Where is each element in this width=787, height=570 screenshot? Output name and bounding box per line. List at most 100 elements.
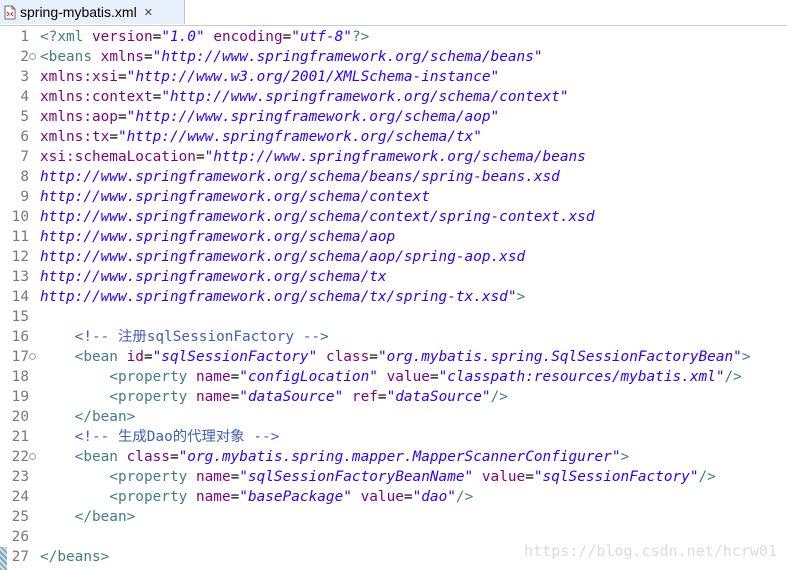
code-token: http://www.springframework.org/schema/be…: [40, 169, 560, 185]
code-line[interactable]: 4 xmlns:context="http://www.springframewo…: [0, 87, 787, 107]
code-line[interactable]: 2 <beans xmlns="http://www.springframewor…: [0, 47, 787, 67]
code-line[interactable]: 14 http://www.springframework.org/schema/…: [0, 287, 787, 307]
code-token: =: [369, 349, 378, 365]
code-token: >: [741, 349, 751, 365]
code-text: http://www.springframework.org/schema/co…: [40, 207, 595, 227]
fold-toggle-icon[interactable]: [29, 53, 36, 60]
code-token: xmlns:tx: [40, 129, 110, 145]
fold-toggle-icon[interactable]: [29, 353, 36, 360]
code-token: =: [429, 369, 439, 385]
close-icon[interactable]: ✕: [144, 6, 153, 19]
code-token: xmlns:aop: [40, 109, 118, 125]
code-text: xmlns:context="http://www.springframewor…: [40, 87, 569, 107]
code-token: "basePackage": [239, 489, 352, 505]
code-token: =: [230, 369, 240, 385]
code-line[interactable]: 17 <bean id="sqlSessionFactory" class="o…: [0, 347, 787, 367]
line-number: 13: [11, 269, 29, 285]
code-line[interactable]: 13 http://www.springframework.org/schema/…: [0, 267, 787, 287]
line-number: 4: [20, 89, 29, 105]
line-number: 16: [11, 329, 29, 345]
line-number: 17: [11, 349, 29, 365]
code-token: =: [109, 129, 118, 145]
code-token: "org.mybatis.spring.mapper.MapperScanner…: [178, 449, 621, 465]
code-line[interactable]: 21 <!-- 生成Dao的代理对象 -->: [0, 427, 787, 447]
code-token: id: [126, 349, 144, 365]
code-line[interactable]: 20 </bean>: [0, 407, 787, 427]
code-line[interactable]: 1 <?xml version="1.0" encoding="utf-8"?>: [0, 27, 787, 47]
code-token: =: [230, 489, 240, 505]
code-editor[interactable]: 1 <?xml version="1.0" encoding="utf-8"?> 2…: [0, 26, 787, 570]
code-text: <!-- 注册sqlSessionFactory -->: [40, 327, 329, 347]
code-line[interactable]: 16 <!-- 注册sqlSessionFactory -->: [0, 327, 787, 347]
code-line[interactable]: 3 xmlns:xsi="http://www.w3.org/2001/XMLSc…: [0, 67, 787, 87]
code-token: "1.0": [161, 29, 205, 45]
code-line[interactable]: 15: [0, 307, 787, 327]
code-token: </beans>: [40, 549, 110, 565]
code-token: =: [195, 149, 205, 165]
code-text: </beans>: [40, 547, 109, 567]
code-token: >: [620, 449, 630, 465]
code-token: "http://www.springframework.org/schema/t…: [117, 129, 482, 145]
line-number: 7: [20, 149, 29, 165]
code-line[interactable]: 25 </bean>: [0, 507, 787, 527]
code-text: <property name="basePackage" value="dao"…: [40, 487, 473, 507]
code-text: http://www.springframework.org/schema/tx…: [40, 287, 525, 307]
code-token: "dao": [412, 489, 456, 505]
code-line[interactable]: 24 <property name="basePackage" value="d…: [0, 487, 787, 507]
code-line[interactable]: 19 <property name="dataSource" ref="data…: [0, 387, 787, 407]
line-number: 25: [11, 509, 29, 525]
code-token: =: [117, 109, 127, 125]
fold-toggle-icon[interactable]: [29, 453, 36, 460]
code-text: <!-- 生成Dao的代理对象 -->: [40, 427, 280, 447]
code-token: "dataSource": [386, 389, 491, 405]
code-line[interactable]: 22 <bean class="org.mybatis.spring.mappe…: [0, 447, 787, 467]
code-line[interactable]: 5 xmlns:aop="http://www.springframework.o…: [0, 107, 787, 127]
line-number: 6: [20, 129, 29, 145]
line-number: 22: [11, 449, 29, 465]
line-number: 14: [11, 289, 29, 305]
code-line[interactable]: 8 http://www.springframework.org/schema/b…: [0, 167, 787, 187]
xml-file-icon: [3, 4, 17, 20]
code-token: "http://www.springframework.org/schema/b…: [204, 149, 586, 165]
code-line[interactable]: 18 <property name="configLocation" value…: [0, 367, 787, 387]
line-number: 3: [20, 69, 29, 85]
code-token: <property: [109, 369, 196, 385]
code-line[interactable]: 7 xsi:schemaLocation="http://www.springfr…: [0, 147, 787, 167]
code-text: </bean>: [40, 407, 136, 427]
code-text: xmlns:aop="http://www.springframework.or…: [40, 107, 499, 127]
code-line[interactable]: 10 http://www.springframework.org/schema/…: [0, 207, 787, 227]
code-text: xsi:schemaLocation="http://www.springfra…: [40, 147, 586, 167]
code-token: =: [377, 389, 387, 405]
code-line[interactable]: 6 xmlns:tx="http://www.springframework.or…: [0, 127, 787, 147]
line-number: 1: [20, 29, 29, 45]
code-token: "sqlSessionFactory": [533, 469, 699, 485]
code-token: "http://www.springframework.org/schema/a…: [126, 109, 500, 125]
editor-tab-bar: spring-mybatis.xml ✕: [0, 0, 787, 26]
code-token: =: [230, 469, 240, 485]
code-token: />: [455, 489, 474, 505]
code-token: version: [91, 29, 153, 45]
code-token: <?xml: [40, 29, 92, 45]
code-line[interactable]: 11 http://www.springframework.org/schema/…: [0, 227, 787, 247]
code-token: value: [386, 369, 430, 385]
code-token: http://www.springframework.org/schema/co…: [40, 189, 430, 205]
code-token: "org.mybatis.spring.SqlSessionFactoryBea…: [377, 349, 742, 365]
code-token: http://www.springframework.org/schema/co…: [40, 209, 595, 225]
code-text: <property name="sqlSessionFactoryBeanNam…: [40, 467, 716, 487]
code-line[interactable]: 12 http://www.springframework.org/schema/…: [0, 247, 787, 267]
code-token: class: [325, 349, 370, 365]
code-token: </bean>: [74, 409, 136, 425]
code-text: </bean>: [40, 507, 136, 527]
tab-spring-mybatis-xml[interactable]: spring-mybatis.xml ✕: [0, 0, 185, 24]
code-token: "configLocation": [239, 369, 378, 385]
code-token: http://www.springframework.org/schema/ao…: [40, 229, 396, 245]
line-number: 8: [20, 169, 29, 185]
code-line[interactable]: 9 http://www.springframework.org/schema/c…: [0, 187, 787, 207]
code-line[interactable]: 23 <property name="sqlSessionFactoryBean…: [0, 467, 787, 487]
